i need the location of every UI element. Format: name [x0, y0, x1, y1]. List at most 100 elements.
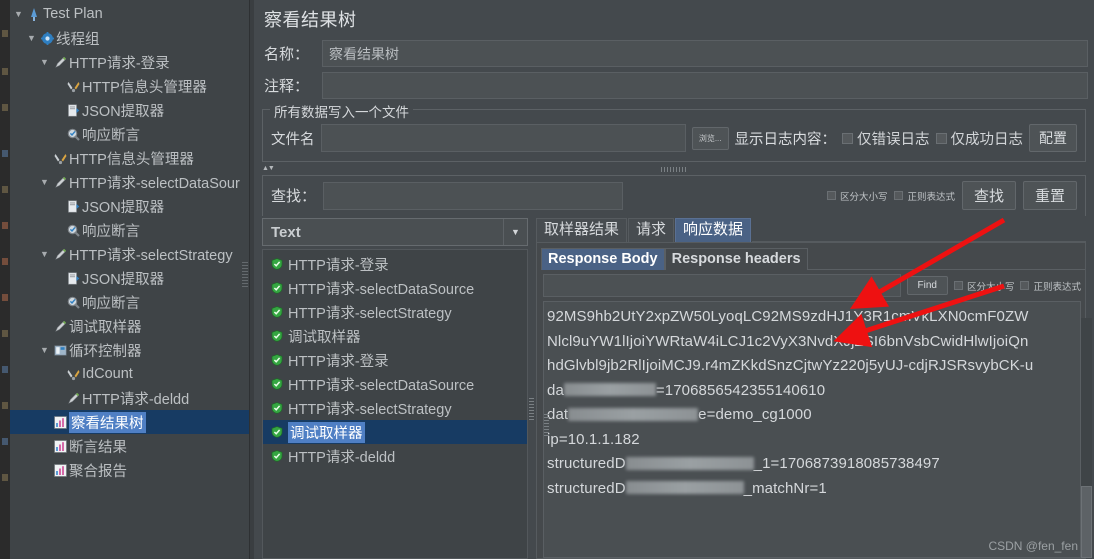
sampler-results-list[interactable]: HTTP请求-登录 HTTP请求-selectDataSource HTTP请求-s… — [262, 249, 528, 559]
horizontal-splitter[interactable]: ▲▼ — [262, 164, 1086, 175]
errors-only-checkbox[interactable]: 仅错误日志 — [842, 128, 930, 149]
assertion-icon — [64, 296, 82, 309]
splitter-grip[interactable] — [661, 167, 687, 172]
detail-tabs[interactable]: 取样器结果 请求 响应数据 — [536, 218, 1086, 242]
results-splitter-grip[interactable] — [529, 398, 534, 422]
tree-item-10[interactable]: ▼ HTTP请求-selectStrategy — [10, 242, 249, 266]
tree-item-1[interactable]: ▼ 线程组 — [10, 26, 249, 50]
search-regex-box[interactable] — [894, 191, 904, 200]
response-case-sensitive-label: 区分大小写 — [966, 281, 1015, 293]
response-body-text[interactable]: 92MS9hb2UtY2xpZW50LyoqLC92MS9zdHJ1Y3R1cm… — [543, 301, 1081, 558]
results-vertical-splitter[interactable] — [528, 218, 536, 559]
http-sampler-icon — [51, 56, 69, 69]
tree-item-3[interactable]: ▼HTTP信息头管理器 — [10, 74, 249, 98]
search-find-button[interactable]: 查找 — [961, 181, 1016, 210]
chevron-down-icon[interactable]: ▼ — [25, 33, 38, 43]
success-shield-icon — [271, 306, 283, 318]
response-body-line: dat e=demo_cg1000 — [547, 403, 1080, 428]
response-body-line-prefix: dat — [547, 406, 569, 423]
results-split: Text ▼ HTTP请求-登录 HTTP请求-selectDataSource H… — [262, 218, 1086, 559]
search-input[interactable] — [323, 181, 624, 210]
result-list-item[interactable]: 调试取样器 — [263, 324, 527, 348]
loop-controller-icon — [51, 344, 69, 357]
result-list-item[interactable]: HTTP请求-登录 — [263, 252, 527, 276]
response-body-line: structuredD _matchNr=1 — [547, 477, 1080, 502]
assertion-icon — [64, 128, 82, 141]
tree-item-13[interactable]: ▼调试取样器 — [10, 314, 249, 338]
result-list-item[interactable]: 调试取样器 — [263, 420, 527, 444]
search-regex-checkbox[interactable]: 正则表达式 — [894, 189, 955, 203]
tree-item-18[interactable]: ▼断言结果 — [10, 434, 249, 458]
filename-input[interactable] — [320, 124, 686, 152]
response-body-line-suffix: =1706856542355140610 — [655, 381, 826, 399]
tree-item-6[interactable]: ▼HTTP信息头管理器 — [10, 146, 249, 170]
tree-splitter-grip[interactable] — [242, 262, 248, 288]
chevron-down-icon[interactable]: ▼ — [38, 249, 51, 259]
chevron-down-icon[interactable]: ▼ — [38, 345, 51, 355]
response-body-scrollbar[interactable] — [1081, 318, 1092, 558]
tree-item-17[interactable]: ▼察看结果树 — [10, 410, 249, 434]
search-bar: 查找： 区分大小写 正则表达式 查找 重置 — [262, 175, 1086, 216]
result-list-item[interactable]: HTTP请求-deldd — [263, 444, 527, 468]
background-window-sliver — [0, 0, 10, 559]
comment-input[interactable] — [322, 72, 1088, 99]
response-subtab-1[interactable]: Response headers — [664, 248, 808, 270]
tree-item-11[interactable]: ▼JSON提取器 — [10, 266, 249, 290]
chevron-down-icon[interactable]: ▼ — [503, 219, 527, 245]
result-list-item-label: 调试取样器 — [288, 421, 365, 443]
success-shield-icon — [271, 450, 283, 462]
search-case-sensitive-box[interactable] — [826, 191, 836, 200]
response-subtabs[interactable]: Response Body Response headers — [541, 247, 1085, 270]
response-regex-box[interactable] — [1020, 281, 1030, 290]
detail-tab-2[interactable]: 响应数据 — [675, 218, 752, 242]
result-list-item[interactable]: HTTP请求-登录 — [263, 348, 527, 372]
tree-item-5[interactable]: ▼响应断言 — [10, 122, 249, 146]
tree-item-0[interactable]: ▼ Test Plan — [10, 2, 249, 26]
chevron-down-icon[interactable]: ▼ — [12, 9, 25, 19]
result-list-item[interactable]: HTTP请求-selectDataSource — [263, 276, 527, 300]
browse-button[interactable]: 浏览... — [691, 126, 729, 150]
tree-item-15[interactable]: ▼IdCount — [10, 362, 249, 386]
result-list-item[interactable]: HTTP请求-selectStrategy — [263, 300, 527, 324]
tree-item-2[interactable]: ▼ HTTP请求-登录 — [10, 50, 249, 74]
tree-item-9[interactable]: ▼响应断言 — [10, 218, 249, 242]
success-only-checkbox[interactable]: 仅成功日志 — [935, 128, 1023, 149]
success-only-checkbox-box[interactable] — [935, 132, 947, 144]
search-reset-button[interactable]: 重置 — [1022, 181, 1077, 210]
tree-item-12[interactable]: ▼响应断言 — [10, 290, 249, 314]
detail-tab-0[interactable]: 取样器结果 — [536, 218, 628, 242]
result-list-item[interactable]: HTTP请求-selectStrategy — [263, 396, 527, 420]
success-shield-icon — [271, 258, 283, 270]
response-subtab-0[interactable]: Response Body — [541, 248, 665, 270]
splitter-arrows-icon[interactable]: ▲▼ — [262, 165, 275, 172]
tree-item-14[interactable]: ▼ 循环控制器 — [10, 338, 249, 362]
search-case-sensitive-checkbox[interactable]: 区分大小写 — [826, 189, 887, 203]
detail-tab-1[interactable]: 请求 — [628, 218, 675, 242]
configure-button[interactable]: 配置 — [1029, 124, 1077, 152]
response-case-sensitive-box[interactable] — [953, 281, 963, 290]
test-plan-tree[interactable]: ▼Test Plan▼线程组▼HTTP请求-登录▼HTTP信息头管理器▼JSON… — [10, 0, 249, 482]
tree-item-4[interactable]: ▼JSON提取器 — [10, 98, 249, 122]
tree-item-19[interactable]: ▼聚合报告 — [10, 458, 249, 482]
response-regex-label: 正则表达式 — [1033, 281, 1081, 293]
response-body-grip[interactable] — [544, 414, 549, 436]
results-detail-column: 取样器结果 请求 响应数据 Response Body Response header… — [536, 218, 1086, 559]
tree-item-8[interactable]: ▼JSON提取器 — [10, 194, 249, 218]
response-find-input[interactable] — [543, 274, 901, 297]
response-regex-checkbox[interactable]: 正则表达式 — [1020, 279, 1081, 293]
assertion-results-icon — [51, 439, 69, 453]
response-find-button[interactable]: Find — [906, 276, 948, 295]
renderer-combobox[interactable]: Text ▼ — [262, 218, 528, 246]
subtab-filler — [807, 247, 1085, 270]
tree-item-7[interactable]: ▼ HTTP请求-selectDataSour — [10, 170, 249, 194]
errors-only-checkbox-box[interactable] — [842, 132, 853, 144]
tree-item-16[interactable]: ▼HTTP请求-deldd — [10, 386, 249, 410]
result-list-item[interactable]: HTTP请求-selectDataSource — [263, 372, 527, 396]
write-all-data-title: 所有数据写入一个文件 — [270, 101, 413, 121]
header-manager-icon — [51, 152, 69, 165]
chevron-down-icon[interactable]: ▼ — [38, 177, 51, 187]
scrollbar-thumb[interactable] — [1081, 486, 1092, 558]
name-input[interactable]: 察看结果树 — [322, 40, 1088, 67]
chevron-down-icon[interactable]: ▼ — [38, 57, 51, 67]
response-case-sensitive-checkbox[interactable]: 区分大小写 — [953, 279, 1015, 293]
